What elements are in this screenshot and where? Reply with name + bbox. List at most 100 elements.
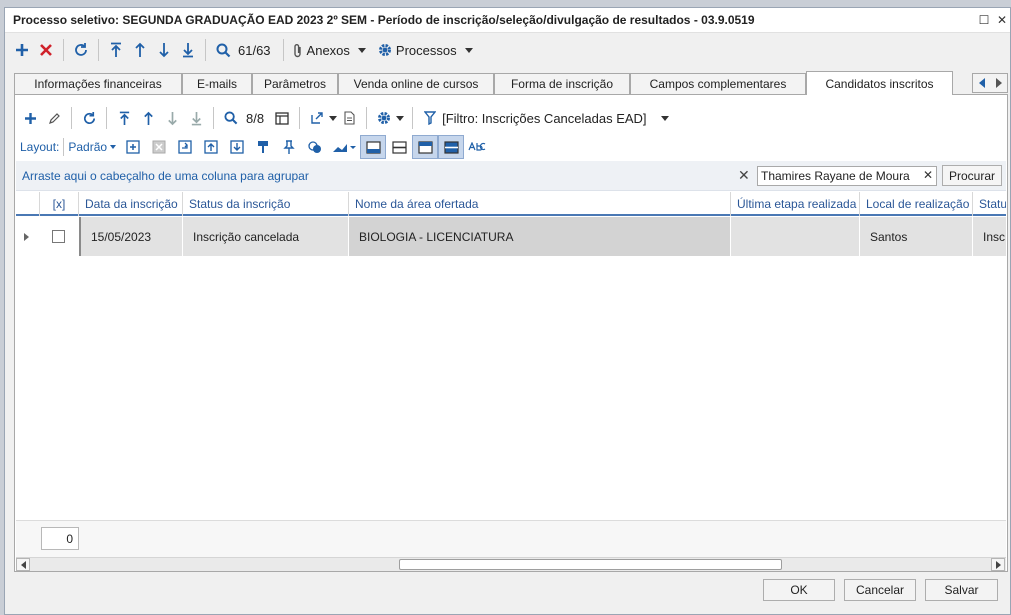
add-layout-icon[interactable]: [120, 135, 146, 159]
chevron-down-icon[interactable]: [660, 115, 669, 121]
format-painter-icon[interactable]: [250, 135, 276, 159]
window-title: Processo seletivo: SEGUNDA GRADUAÇÃO EAD…: [13, 13, 755, 27]
edit-icon[interactable]: [42, 106, 66, 130]
group-panel-toggle-icon[interactable]: [438, 135, 465, 159]
scroll-right-icon[interactable]: [991, 558, 1005, 571]
scroll-left-icon[interactable]: [16, 558, 30, 571]
delete-layout-icon[interactable]: [146, 135, 172, 159]
search-input[interactable]: [757, 166, 937, 186]
cancel-button[interactable]: Cancelar: [844, 579, 916, 601]
clear-search-icon[interactable]: ✕: [738, 167, 750, 184]
toolbar-separator: [205, 39, 206, 61]
rename-layout-icon[interactable]: [172, 135, 198, 159]
pin-icon[interactable]: [276, 135, 302, 159]
add-icon[interactable]: [18, 106, 42, 130]
layout-label: Layout:: [20, 140, 60, 154]
tab-informacoes-financeiras[interactable]: Informações financeiras: [14, 73, 182, 94]
shapes-icon[interactable]: [302, 135, 328, 159]
add-icon[interactable]: [10, 38, 34, 62]
tab-candidatos-inscritos[interactable]: Candidatos inscritos: [806, 71, 953, 95]
anexos-dropdown[interactable]: Anexos: [289, 38, 370, 62]
export-icon[interactable]: [305, 106, 329, 130]
column-header-local-realizacao[interactable]: Local de realização: [860, 192, 973, 216]
search-icon[interactable]: [219, 106, 243, 130]
search-button[interactable]: Procurar: [942, 165, 1002, 186]
chevron-down-icon: [464, 47, 473, 53]
scrollbar-thumb[interactable]: [399, 559, 782, 570]
candidates-grid: [x] Data da inscrição Status da inscriçã…: [16, 192, 1006, 520]
form-view-icon[interactable]: [270, 106, 294, 130]
filter-icon[interactable]: [418, 106, 442, 130]
row-checkbox[interactable]: [52, 230, 65, 243]
tab-campos-complementares[interactable]: Campos complementares: [630, 73, 806, 94]
previous-record-icon[interactable]: [128, 38, 152, 62]
main-toolbar: 61/63 Anexos Processos: [5, 35, 1010, 65]
document-icon[interactable]: [337, 106, 361, 130]
column-header-ultima-etapa[interactable]: Última etapa realizada: [731, 192, 860, 216]
row-checkbox-cell[interactable]: [39, 217, 79, 256]
last-record-icon[interactable]: [176, 38, 200, 62]
chart-icon[interactable]: [328, 135, 360, 159]
group-hint: Arraste aqui o cabeçalho de uma coluna p…: [22, 169, 309, 183]
grid-footer: 0: [16, 520, 1006, 571]
column-header-select[interactable]: [x]: [39, 192, 79, 216]
arrow-right-icon[interactable]: [995, 78, 1003, 88]
footer-toggle-icon[interactable]: [360, 135, 387, 159]
header-toggle-icon[interactable]: [412, 135, 439, 159]
last-record-icon[interactable]: [184, 106, 208, 130]
toolbar-separator: [213, 107, 214, 129]
row-indicator-header: [16, 192, 39, 216]
download-layout-icon[interactable]: [224, 135, 250, 159]
filter-label[interactable]: [Filtro: Inscrições Canceladas EAD]: [442, 111, 646, 126]
table-row[interactable]: 15/05/2023 Inscrição cancelada BIOLOGIA …: [16, 217, 1006, 256]
column-header-data-inscricao[interactable]: Data da inscrição: [79, 192, 183, 216]
delete-icon[interactable]: [34, 38, 58, 62]
spellcheck-icon[interactable]: [464, 135, 490, 159]
next-record-icon[interactable]: [152, 38, 176, 62]
cell-local-realizacao: Santos: [860, 217, 973, 256]
close-button[interactable]: ✕: [995, 13, 1009, 27]
toolbar-separator: [106, 107, 107, 129]
ok-button[interactable]: OK: [763, 579, 835, 601]
tab-venda-online[interactable]: Venda online de cursos: [338, 73, 494, 94]
layout-toolbar: Layout: Padrão: [15, 134, 490, 160]
tab-forma-inscricao[interactable]: Forma de inscrição: [494, 73, 630, 94]
column-header-status-inscricao[interactable]: Status da inscrição: [183, 192, 349, 216]
save-button[interactable]: Salvar: [925, 579, 998, 601]
chevron-down-icon[interactable]: [329, 115, 338, 121]
first-record-icon[interactable]: [112, 106, 136, 130]
arrow-left-icon[interactable]: [978, 78, 986, 88]
column-header-status[interactable]: Statu: [973, 192, 1006, 216]
dialog-window: Processo seletivo: SEGUNDA GRADUAÇÃO EAD…: [4, 7, 1011, 615]
chevron-down-icon[interactable]: [396, 115, 405, 121]
refresh-icon[interactable]: [77, 106, 101, 130]
chevron-down-icon: [110, 145, 117, 149]
row-expand-icon[interactable]: [16, 217, 39, 256]
maximize-button[interactable]: ☐: [977, 13, 991, 27]
tab-emails[interactable]: E-mails: [182, 73, 252, 94]
toolbar-separator: [71, 107, 72, 129]
refresh-icon[interactable]: [69, 38, 93, 62]
cell-status: Insc: [973, 217, 1006, 256]
previous-record-icon[interactable]: [136, 106, 160, 130]
upload-layout-icon[interactable]: [198, 135, 224, 159]
toolbar-separator: [412, 107, 414, 129]
gear-icon[interactable]: [372, 106, 396, 130]
toolbar-separator: [63, 39, 64, 61]
toolbar-separator: [366, 107, 368, 129]
search-icon[interactable]: [211, 38, 235, 62]
split-view-icon[interactable]: [386, 135, 412, 159]
next-record-icon[interactable]: [160, 106, 184, 130]
layout-value: Padrão: [68, 140, 108, 154]
horizontal-scrollbar[interactable]: [16, 557, 1006, 571]
title-bar: Processo seletivo: SEGUNDA GRADUAÇÃO EAD…: [5, 8, 1010, 33]
clear-input-icon[interactable]: ✕: [923, 168, 933, 182]
processos-dropdown[interactable]: Processos: [374, 38, 477, 62]
column-header-area-ofertada[interactable]: Nome da área ofertada: [349, 192, 731, 216]
layout-select[interactable]: Padrão: [68, 140, 117, 154]
group-by-bar[interactable]: Arraste aqui o cabeçalho de uma coluna p…: [16, 161, 1006, 191]
anexos-label: Anexos: [306, 42, 350, 58]
cell-data-inscricao: 15/05/2023: [79, 217, 183, 256]
first-record-icon[interactable]: [104, 38, 128, 62]
tab-parametros[interactable]: Parâmetros: [252, 73, 338, 94]
